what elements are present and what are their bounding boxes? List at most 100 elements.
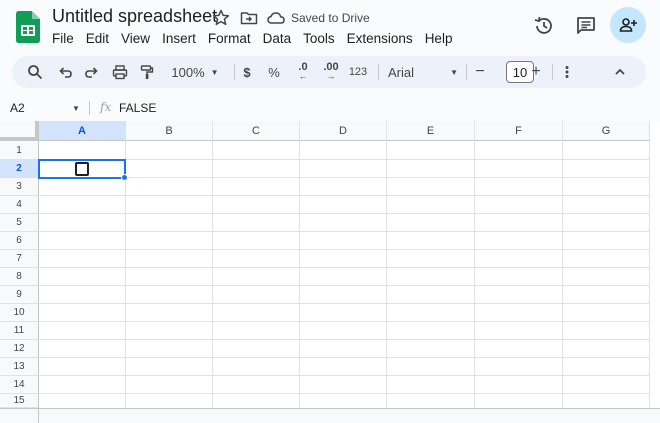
row-header-14[interactable]: 14 bbox=[0, 376, 39, 394]
fill-handle[interactable] bbox=[121, 174, 128, 181]
grid-line bbox=[386, 141, 387, 408]
print-button[interactable] bbox=[109, 56, 131, 88]
arrow-right-icon: → bbox=[326, 71, 336, 81]
decrease-decimal-button[interactable]: .0 ← bbox=[292, 56, 314, 88]
grid-line bbox=[39, 195, 650, 196]
menu-tools[interactable]: Tools bbox=[297, 29, 341, 49]
grid-line bbox=[39, 267, 650, 268]
divider bbox=[38, 409, 39, 423]
format-currency-button[interactable]: $ bbox=[237, 56, 257, 88]
checkbox-unchecked-icon[interactable] bbox=[75, 162, 89, 176]
sheets-logo-icon[interactable] bbox=[16, 11, 40, 43]
row-header-15[interactable]: 15 bbox=[0, 394, 39, 408]
print-icon bbox=[112, 65, 128, 80]
menu-file[interactable]: File bbox=[46, 29, 80, 49]
redo-icon bbox=[85, 67, 98, 78]
paint-format-icon bbox=[140, 65, 154, 79]
row-header-8[interactable]: 8 bbox=[0, 268, 39, 286]
column-header-a[interactable]: A bbox=[39, 121, 126, 141]
font-select[interactable]: Arial ▼ bbox=[388, 56, 458, 88]
menu-extensions[interactable]: Extensions bbox=[341, 29, 419, 49]
zoom-select[interactable]: 100% ▼ bbox=[164, 56, 226, 88]
grid-line bbox=[39, 375, 650, 376]
comments-button[interactable] bbox=[568, 8, 604, 44]
column-header-c[interactable]: C bbox=[213, 121, 300, 141]
formula-bar: A2 ▼ fx FALSE bbox=[0, 96, 660, 120]
select-all-corner[interactable] bbox=[0, 121, 39, 141]
grid-line bbox=[299, 141, 300, 408]
move-folder-icon[interactable] bbox=[239, 8, 259, 28]
grid-line bbox=[39, 213, 650, 214]
column-header-b[interactable]: B bbox=[126, 121, 213, 141]
menu-view[interactable]: View bbox=[115, 29, 156, 49]
divider bbox=[378, 64, 379, 80]
divider bbox=[89, 101, 90, 115]
fx-icon: fx bbox=[100, 100, 112, 114]
grid-line bbox=[39, 303, 650, 304]
star-icon[interactable] bbox=[211, 8, 231, 28]
column-header-d[interactable]: D bbox=[300, 121, 387, 141]
increase-font-size-button[interactable]: + bbox=[526, 56, 546, 88]
grid-line bbox=[649, 141, 650, 408]
row-header-11[interactable]: 11 bbox=[0, 322, 39, 340]
row-header-5[interactable]: 5 bbox=[0, 214, 39, 232]
menu-bar: File Edit View Insert Format Data Tools … bbox=[46, 29, 458, 49]
undo-icon bbox=[59, 67, 72, 78]
name-box[interactable]: A2 bbox=[10, 101, 25, 115]
saved-status[interactable]: Saved to Drive bbox=[291, 11, 370, 25]
sheet-bottom-bar bbox=[0, 408, 660, 423]
name-box-dropdown-icon[interactable]: ▼ bbox=[72, 104, 80, 113]
row-header-2[interactable]: 2 bbox=[0, 160, 39, 178]
chevron-up-icon bbox=[615, 68, 625, 75]
format-percent-button[interactable]: % bbox=[264, 56, 284, 88]
comment-icon bbox=[577, 17, 595, 34]
menu-data[interactable]: Data bbox=[257, 29, 298, 49]
grid-line bbox=[39, 249, 650, 250]
more-options-button[interactable] bbox=[556, 56, 578, 88]
row-header-6[interactable]: 6 bbox=[0, 232, 39, 250]
spreadsheet-grid[interactable]: A B C D E F G 1 2 3 4 5 6 7 8 9 10 11 12… bbox=[0, 121, 660, 423]
grid-line bbox=[39, 159, 650, 160]
cloud-saved-icon[interactable] bbox=[266, 8, 286, 28]
grid-line bbox=[39, 231, 650, 232]
row-header-3[interactable]: 3 bbox=[0, 178, 39, 196]
arrow-left-icon: ← bbox=[298, 71, 308, 81]
share-button[interactable] bbox=[610, 7, 646, 43]
menu-format[interactable]: Format bbox=[202, 29, 257, 49]
more-formats-button[interactable]: 123 bbox=[346, 56, 370, 88]
row-header-1[interactable]: 1 bbox=[0, 141, 39, 160]
row-header-4[interactable]: 4 bbox=[0, 196, 39, 214]
column-header-f[interactable]: F bbox=[475, 121, 563, 141]
row-header-10[interactable]: 10 bbox=[0, 304, 39, 322]
document-title[interactable]: Untitled spreadsheet bbox=[52, 6, 217, 27]
column-header-g[interactable]: G bbox=[563, 121, 650, 141]
version-history-button[interactable] bbox=[526, 8, 562, 44]
paint-format-button[interactable] bbox=[136, 56, 158, 88]
zoom-value: 100% bbox=[171, 64, 205, 80]
grid-line bbox=[39, 321, 650, 322]
menu-edit[interactable]: Edit bbox=[80, 29, 115, 49]
search-icon bbox=[28, 65, 43, 80]
divider bbox=[466, 64, 467, 80]
grid-line bbox=[39, 177, 650, 178]
more-vert-icon bbox=[565, 66, 569, 78]
toolbar: 100% ▼ $ % .0 ← .00 → 123 Arial ▼ − 10 + bbox=[12, 56, 646, 88]
column-header-e[interactable]: E bbox=[387, 121, 475, 141]
search-menus-button[interactable] bbox=[24, 56, 46, 88]
row-header-7[interactable]: 7 bbox=[0, 250, 39, 268]
grid-line bbox=[212, 141, 213, 408]
redo-button[interactable] bbox=[81, 56, 103, 88]
history-icon bbox=[534, 16, 552, 34]
increase-decimal-button[interactable]: .00 → bbox=[318, 56, 344, 88]
undo-button[interactable] bbox=[54, 56, 76, 88]
row-header-12[interactable]: 12 bbox=[0, 340, 39, 358]
grid-line bbox=[39, 357, 650, 358]
formula-input[interactable]: FALSE bbox=[119, 101, 156, 115]
menu-insert[interactable]: Insert bbox=[156, 29, 202, 49]
hide-menus-button[interactable] bbox=[609, 56, 631, 88]
row-header-13[interactable]: 13 bbox=[0, 358, 39, 376]
app-header: Untitled spreadsheet Saved to Drive File… bbox=[0, 0, 660, 52]
decrease-font-size-button[interactable]: − bbox=[470, 56, 490, 88]
row-header-9[interactable]: 9 bbox=[0, 286, 39, 304]
menu-help[interactable]: Help bbox=[419, 29, 459, 49]
